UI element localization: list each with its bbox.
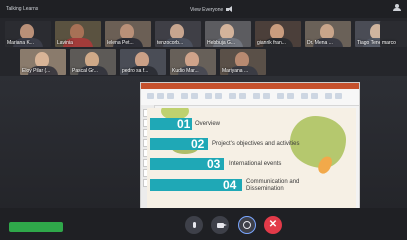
item-number: 04: [223, 178, 237, 192]
participant-tile[interactable]: Lavinia: [55, 21, 101, 47]
item-label: Communication and Dissemination: [246, 179, 300, 192]
participant-tile[interactable]: tenzocorb...: [155, 21, 201, 47]
ribbon-button[interactable]: [325, 93, 332, 99]
participant-name: Pascal Gr...: [72, 68, 98, 74]
leave-call-button[interactable]: ✕: [264, 216, 282, 234]
ribbon-button[interactable]: [287, 93, 294, 99]
participant-tile[interactable]: marco: [380, 21, 407, 47]
ribbon-button[interactable]: [205, 93, 212, 99]
participant-name: gianrik fran...: [257, 40, 286, 46]
participant-tile[interactable]: Mariana K...: [5, 21, 51, 47]
participant-tile[interactable]: Kudio Mar...: [170, 49, 216, 75]
ribbon-button[interactable]: [215, 93, 222, 99]
green-action-button[interactable]: [9, 222, 63, 232]
ribbon-button[interactable]: [229, 93, 236, 99]
participant-name: marco: [382, 40, 396, 46]
share-screen-button[interactable]: [238, 216, 256, 234]
people-icon: [393, 4, 401, 11]
share-screen-icon: [243, 221, 251, 229]
item-label: Overview: [195, 121, 221, 127]
item-label: Project's objectives and activities: [212, 141, 300, 147]
mic-icon: [192, 222, 196, 228]
participant-tile[interactable]: Hebbuja G...: [205, 21, 251, 47]
speaker-icon: [226, 6, 234, 13]
participant-name: pedro sa f...: [122, 68, 149, 74]
participants-toggle[interactable]: [393, 4, 401, 11]
participant-name: Lavinia: [57, 40, 73, 46]
participant-tile[interactable]: Dr. Mena ...: [305, 21, 351, 47]
ribbon-button[interactable]: [335, 93, 342, 99]
meeting-controls: ✕: [0, 208, 407, 240]
participant-grid: Mariana K... Lavinia Ielena Pet... tenzo…: [0, 18, 407, 76]
participant-tile[interactable]: gianrik fran...: [255, 21, 301, 47]
participant-name: Kudio Mar...: [172, 68, 199, 74]
current-slide: 01 Overview 02 Project's objectives and …: [147, 108, 356, 212]
participant-tile[interactable]: Eloy Pilar (...: [20, 49, 66, 75]
ribbon-button[interactable]: [239, 93, 246, 99]
ribbon-button[interactable]: [157, 93, 164, 99]
item-number: 03: [207, 157, 221, 171]
ribbon-button[interactable]: [181, 93, 188, 99]
ribbon-button[interactable]: [147, 93, 154, 99]
ribbon-button[interactable]: [311, 93, 318, 99]
participant-tile[interactable]: Mariyana ...: [220, 49, 266, 75]
ribbon-button[interactable]: [253, 93, 260, 99]
ribbon-button[interactable]: [277, 93, 284, 99]
view-mode-label: View Everyone: [190, 6, 224, 13]
participant-avatar: [20, 24, 34, 39]
view-selector[interactable]: View Everyone: [190, 6, 234, 13]
item-label: International events: [229, 161, 282, 167]
participant-name: Hebbuja G...: [207, 40, 236, 46]
meeting-title: Talking Learns: [6, 6, 39, 12]
participant-name: Mariyana ...: [222, 68, 249, 74]
item-number: 01: [177, 117, 191, 131]
top-bar: Talking Learns View Everyone: [0, 0, 407, 18]
participant-name: Ielena Pet...: [107, 40, 134, 46]
participant-name: tenzocorb...: [157, 40, 184, 46]
participant-name: Dr. Mena ...: [307, 40, 333, 46]
participant-name: Eloy Pilar (...: [22, 68, 51, 74]
participant-tile[interactable]: pedro sa f...: [120, 49, 166, 75]
camera-button[interactable]: [211, 216, 229, 234]
ribbon-button[interactable]: [167, 93, 174, 99]
camera-icon: [216, 222, 227, 228]
participant-tile[interactable]: Ielena Pet...: [105, 21, 151, 47]
mic-button[interactable]: [185, 216, 203, 234]
ribbon-button[interactable]: [191, 93, 198, 99]
participant-tile[interactable]: Pascal Gr...: [70, 49, 116, 75]
item-number: 02: [191, 137, 205, 151]
ribbon-button[interactable]: [301, 93, 308, 99]
ribbon-toolbar: [141, 89, 359, 106]
close-icon: ✕: [268, 219, 278, 230]
participant-name: Mariana K...: [7, 40, 34, 46]
ribbon-button[interactable]: [263, 93, 270, 99]
